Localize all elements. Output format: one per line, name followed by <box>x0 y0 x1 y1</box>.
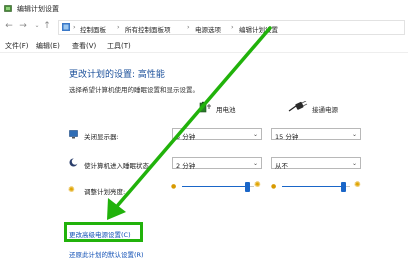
title-bar: 编辑计划设置 <box>0 0 408 18</box>
chevron-down-icon: ⌄ <box>252 160 258 167</box>
address-field[interactable]: › 控制面板 › 所有控制面板项 › 电源选项 › 编辑计划设置 <box>58 20 405 35</box>
chevron-down-icon: ⌄ <box>252 131 258 138</box>
slider-fill <box>182 186 247 187</box>
breadcrumb-separator: › <box>231 23 234 31</box>
page-title: 更改计划的设置: 高性能 <box>69 70 165 80</box>
column-header-plugged: 接通电源 <box>312 106 338 114</box>
brightness-plugged-slider[interactable] <box>282 182 350 198</box>
up-button[interactable]: ↑ <box>41 20 53 32</box>
breadcrumb-separator: › <box>117 23 120 31</box>
moon-icon <box>69 158 78 167</box>
breadcrumb-all-items[interactable]: 所有控制面板项 <box>125 24 171 34</box>
display-off-battery-value: 5 分钟 <box>176 132 196 141</box>
display-off-label: 关闭显示器: <box>84 133 119 141</box>
highlight-box <box>64 222 143 242</box>
power-options-icon <box>4 5 12 12</box>
display-off-battery-select[interactable]: 5 分钟 ⌄ <box>172 128 262 141</box>
breadcrumb-separator: › <box>187 23 190 31</box>
menu-edit[interactable]: 编辑(E) <box>36 41 60 51</box>
breadcrumb-control-panel[interactable]: 控制面板 <box>80 24 106 34</box>
sleep-battery-value: 2 分钟 <box>176 161 196 170</box>
forward-button[interactable]: → <box>17 20 29 32</box>
back-button[interactable]: ← <box>3 20 15 32</box>
display-off-plugged-select[interactable]: 15 分钟 ⌄ <box>271 128 361 141</box>
chevron-down-icon: ⌄ <box>351 131 357 138</box>
menu-file[interactable]: 文件(F) <box>5 41 29 51</box>
breadcrumb-separator: › <box>73 23 76 31</box>
breadcrumb-edit-plan[interactable]: 编辑计划设置 <box>239 24 278 34</box>
slider-thumb[interactable] <box>341 182 346 192</box>
power-plug-icon <box>288 101 308 112</box>
dim-sun-icon: ● <box>271 183 277 190</box>
display-off-plugged-value: 15 分钟 <box>275 132 299 141</box>
breadcrumb-power-options[interactable]: 电源选项 <box>195 24 221 34</box>
page-subtitle: 选择希望计算机使用的睡眠设置和显示设置。 <box>69 86 199 94</box>
sleep-label: 使计算机进入睡眠状态: <box>84 162 152 170</box>
bright-sun-icon: ✺ <box>254 180 261 189</box>
sun-icon: ✺ <box>68 185 75 194</box>
bright-sun-icon: ✺ <box>354 180 361 189</box>
menu-tools[interactable]: 工具(T) <box>107 41 131 51</box>
chevron-down-icon: ⌄ <box>351 160 357 167</box>
brightness-battery-slider[interactable] <box>182 182 254 198</box>
dim-sun-icon: ● <box>171 183 177 190</box>
sleep-battery-select[interactable]: 2 分钟 ⌄ <box>172 157 262 170</box>
slider-fill <box>282 186 343 187</box>
brightness-label: 调整计划亮度: <box>84 188 126 196</box>
window-title: 编辑计划设置 <box>17 5 59 13</box>
monitor-icon <box>69 130 78 139</box>
menu-view[interactable]: 查看(V) <box>72 41 96 51</box>
menu-bar: 文件(F) 编辑(E) 查看(V) 工具(T) <box>0 38 408 53</box>
address-bar: ← → ⌄ ↑ › 控制面板 › 所有控制面板项 › 电源选项 › 编辑计划设置 <box>0 18 408 36</box>
column-header-battery: 用电池 <box>216 106 236 114</box>
sleep-plugged-value: 从不 <box>275 161 288 170</box>
control-panel-icon <box>62 23 70 31</box>
battery-plug-icon <box>199 101 211 113</box>
sleep-plugged-select[interactable]: 从不 ⌄ <box>271 157 361 170</box>
restore-defaults-link[interactable]: 还原此计划的默认设置(R) <box>69 249 144 259</box>
slider-thumb[interactable] <box>245 182 250 192</box>
